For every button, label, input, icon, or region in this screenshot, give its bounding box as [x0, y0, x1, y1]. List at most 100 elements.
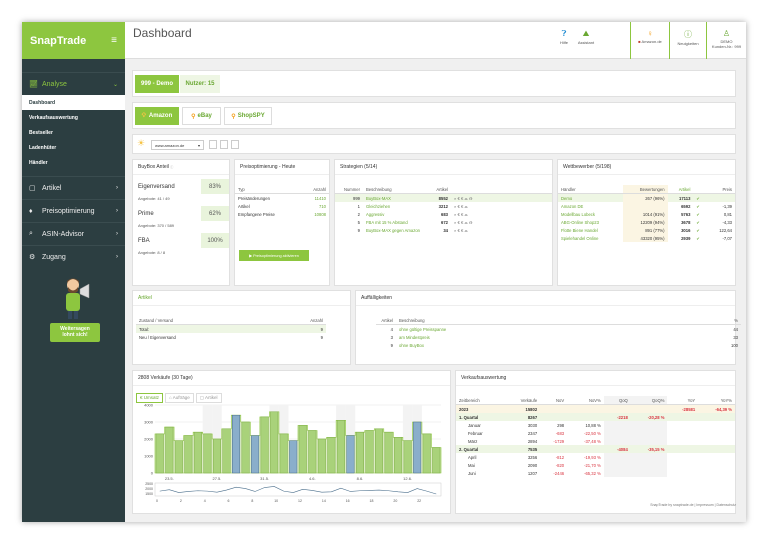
- table-row[interactable]: 2023 15802 -28581 -64,39 %: [456, 404, 735, 413]
- chart-bar[interactable]: [241, 421, 250, 474]
- chart-bar[interactable]: [203, 433, 212, 474]
- table-row[interactable]: 3 am Mindestpreis 33: [376, 333, 741, 341]
- tab-amazon[interactable]: 💡︎ Amazon: [135, 107, 179, 125]
- cell[interactable]: ohne gültige Preisspanne: [396, 325, 673, 334]
- chart-bar[interactable]: [279, 433, 288, 474]
- chart-bar[interactable]: [394, 437, 403, 474]
- cell[interactable]: Demo: [558, 193, 623, 202]
- table-row[interactable]: Juni 1207 -2446 -65,32 %: [456, 469, 735, 477]
- account-button[interactable]: ♙ DEMO Kunden-Nr.: 999: [707, 22, 746, 59]
- chart-bar[interactable]: [289, 440, 298, 474]
- chart-bar[interactable]: [165, 426, 174, 474]
- chart-bar[interactable]: [260, 416, 269, 474]
- chart-bar[interactable]: [336, 420, 345, 474]
- column-header[interactable]: Zeitbereich: [456, 396, 504, 405]
- chart-bar[interactable]: [403, 440, 412, 474]
- sidebar-item-bestseller[interactable]: Bestseller: [22, 125, 125, 140]
- column-header[interactable]: NoV: [540, 396, 568, 405]
- cell[interactable]: Modellbau Lobeck: [558, 210, 623, 218]
- chart-bar[interactable]: [174, 440, 183, 474]
- sidebar-item-haendler[interactable]: Händler: [22, 155, 125, 170]
- box-icon[interactable]: ⌓: [465, 212, 468, 217]
- logo[interactable]: SnapTrade ≡: [22, 22, 125, 59]
- table-row[interactable]: 9 ohne BuyBox 100: [376, 341, 741, 349]
- tab-shopspy[interactable]: ⚲ ShopSPY: [224, 107, 272, 125]
- column-header[interactable]: NoV%: [567, 396, 604, 405]
- chart-bar[interactable]: [155, 433, 164, 474]
- list-icon[interactable]: [220, 140, 228, 149]
- table-row[interactable]: Demo 267 (96%) 17113 ✔: [558, 193, 735, 202]
- cell[interactable]: am Mindestpreis: [396, 333, 673, 341]
- chart-bar[interactable]: [317, 438, 326, 474]
- tab-auftraege[interactable]: ⌂ Aufträge: [165, 393, 194, 403]
- table-row[interactable]: Amazon DE 6592 ✔ -1,39: [558, 202, 735, 210]
- marketplace-button[interactable]: ♀ ■ Amazon.de: [631, 22, 669, 59]
- table-row[interactable]: April 3256 -812 -19,93 %: [456, 453, 735, 461]
- box-icon[interactable]: ⌓: [465, 228, 468, 233]
- cell[interactable]: FBA mit 15 % Abstand: [363, 218, 431, 226]
- column-header[interactable]: Artikel: [667, 185, 694, 194]
- chart-bar[interactable]: [298, 425, 307, 474]
- marketplace-select[interactable]: www.amazon.de ▾: [151, 140, 204, 150]
- activate-optimization-button[interactable]: ▶ Preisoptimierung aktivieren: [239, 250, 309, 261]
- chart-bar[interactable]: [346, 435, 355, 474]
- assistant-button[interactable]: ⛰︎ Assistant: [575, 22, 597, 59]
- chart-bar[interactable]: [355, 431, 364, 474]
- column-header[interactable]: YoY%: [698, 396, 735, 405]
- chart-bar[interactable]: [365, 430, 374, 474]
- tab-umsatz[interactable]: € Umsatz: [136, 393, 164, 403]
- account-id-button[interactable]: 999 - Demo: [135, 75, 179, 93]
- clock-icon[interactable]: ◷: [469, 196, 472, 201]
- sidebar-group-preisoptimierung[interactable]: ♦ Preisoptimierung ›: [22, 199, 125, 222]
- chart-bar[interactable]: [327, 437, 336, 474]
- cell[interactable]: Spielehandel Online: [558, 234, 623, 242]
- cell[interactable]: BuyBox-MAX: [363, 193, 431, 202]
- cell[interactable]: Amazon DE: [558, 202, 623, 210]
- column-header[interactable]: Verkäufe: [503, 396, 541, 405]
- cell[interactable]: ohne BuyBox: [396, 341, 673, 349]
- clock-icon[interactable]: ◷: [469, 220, 472, 225]
- table-row[interactable]: 2. Quartal 7535 -4084 -35,15 %: [456, 445, 735, 453]
- help-button[interactable]: ❓︎ Hilfe: [556, 22, 572, 59]
- box-icon[interactable]: ⌓: [465, 204, 468, 209]
- chart-bar[interactable]: [375, 428, 384, 474]
- table-row[interactable]: 4 ohne gültige Preisspanne 44: [376, 325, 741, 334]
- cell[interactable]: Flotte Biene Handel: [558, 226, 623, 234]
- chart-bar[interactable]: [232, 414, 241, 474]
- chart-bar[interactable]: [308, 430, 317, 474]
- table-row[interactable]: ABG-Online Shop23 12209 (94%) 3678 ✔ -4,33: [558, 218, 735, 226]
- copy-icon[interactable]: [209, 140, 217, 149]
- chart-bar[interactable]: [184, 435, 193, 474]
- promo-banner[interactable]: Weitersagen lohnt sich!: [50, 277, 100, 342]
- sales-chart[interactable]: 4000 3000 2000 1000 0 23.5. 27.5. 31.5. 4.6. 8.6.…: [133, 403, 450, 513]
- chart-bar[interactable]: [432, 447, 441, 474]
- sidebar-group-asin-advisor[interactable]: ⌕ ASIN-Advisor ›: [22, 222, 125, 245]
- cell[interactable]: Aggressiv: [363, 210, 431, 218]
- column-header[interactable]: QoQ%: [630, 396, 668, 405]
- sidebar-group-zugang[interactable]: ⚙︎ Zugang ›: [22, 245, 125, 268]
- chart-bar[interactable]: [193, 431, 202, 474]
- table-row[interactable]: 2 Aggressiv 683 ⌕ € € ⌓: [335, 210, 552, 218]
- chart-bar[interactable]: [413, 421, 422, 474]
- tab-artikel[interactable]: ▢ Artikel: [195, 393, 222, 403]
- chart-bar[interactable]: [212, 438, 221, 474]
- chart-bar[interactable]: [384, 431, 393, 474]
- table-row[interactable]: Mai 2090 -820 -21,70 %: [456, 461, 735, 469]
- table-row[interactable]: Flotte Biene Handel 891 (77%) 3016 ✔ 122,64: [558, 226, 735, 234]
- table-row[interactable]: Februar 2347 -683 -22,50 %: [456, 429, 735, 437]
- sidebar-group-artikel[interactable]: ▢ Artikel ›: [22, 176, 125, 199]
- column-header[interactable]: QoQ: [603, 396, 631, 405]
- chart-bar[interactable]: [222, 428, 231, 474]
- table-row[interactable]: 5 FBA mit 15 % Abstand 672 ⌕ € € ⌓ ◷: [335, 218, 552, 226]
- sidebar-item-dashboard[interactable]: Dashboard: [22, 95, 125, 110]
- sidebar-group-analyse[interactable]: 📈︎ Analyse ⌄: [22, 72, 125, 95]
- menu-icon[interactable]: ≡: [111, 35, 117, 46]
- grid-icon[interactable]: [231, 140, 239, 149]
- table-row[interactable]: März 2894 -1729 -37,48 %: [456, 437, 735, 445]
- sidebar-item-verkaufsauswertung[interactable]: Verkaufsauswertung: [22, 110, 125, 125]
- cell[interactable]: Gleichziehen: [363, 202, 431, 210]
- column-header[interactable]: YoY: [667, 396, 699, 405]
- chart-bar[interactable]: [251, 435, 260, 474]
- table-row[interactable]: Januar 3030 298 10,88 %: [456, 421, 735, 429]
- sidebar-item-ladenhueter[interactable]: Ladenhüter: [22, 140, 125, 155]
